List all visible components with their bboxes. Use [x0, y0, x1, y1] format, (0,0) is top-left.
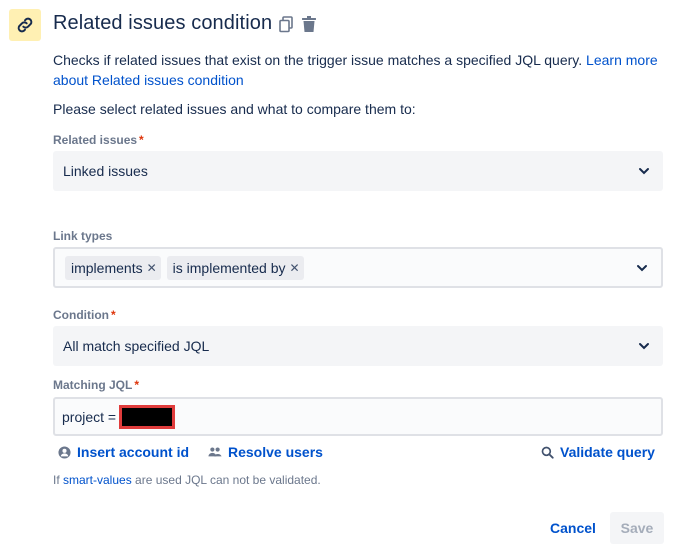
chevron-down-icon	[637, 339, 651, 353]
matching-jql-label: Matching JQL *	[53, 378, 140, 392]
trash-icon[interactable]	[300, 14, 318, 34]
related-issues-label: Related issues *	[53, 133, 144, 147]
chevron-down-icon[interactable]	[635, 261, 649, 275]
user-icon	[58, 445, 71, 459]
link-types-label: Link types	[53, 229, 113, 243]
prompt-text: Please select related issues and what to…	[53, 101, 416, 117]
resolve-users-button[interactable]: Resolve users	[208, 444, 323, 460]
cancel-button[interactable]: Cancel	[544, 512, 602, 544]
tag-implements: implements ✕	[65, 255, 161, 280]
description: Checks if related issues that exist on t…	[53, 50, 663, 90]
search-icon	[541, 446, 554, 459]
condition-label: Condition *	[53, 308, 116, 322]
save-button[interactable]: Save	[610, 512, 664, 544]
chevron-down-icon	[637, 164, 651, 178]
remove-tag-icon[interactable]: ✕	[147, 261, 157, 275]
related-issues-select[interactable]: Linked issues	[53, 151, 663, 191]
link-icon	[9, 9, 41, 41]
condition-select[interactable]: All match specified JQL	[53, 326, 663, 366]
hint-text: If smart-values are used JQL can not be …	[53, 473, 321, 487]
redacted-value	[119, 404, 176, 429]
insert-account-id-button[interactable]: Insert account id	[58, 444, 189, 460]
users-icon	[208, 447, 222, 457]
smart-values-link[interactable]: smart-values	[63, 473, 132, 487]
validate-query-button[interactable]: Validate query	[541, 444, 655, 460]
remove-tag-icon[interactable]: ✕	[289, 261, 299, 275]
condition-value: All match specified JQL	[63, 338, 210, 354]
copy-icon[interactable]	[277, 14, 295, 34]
jql-input[interactable]: project =	[53, 397, 663, 436]
jql-text: project =	[62, 408, 117, 425]
tag-is-implemented-by: is implemented by ✕	[166, 255, 304, 280]
link-types-multiselect[interactable]: implements ✕ is implemented by ✕	[53, 247, 663, 288]
page-title: Related issues condition	[53, 12, 273, 34]
related-issues-value: Linked issues	[63, 163, 148, 179]
description-text: Checks if related issues that exist on t…	[53, 52, 583, 68]
